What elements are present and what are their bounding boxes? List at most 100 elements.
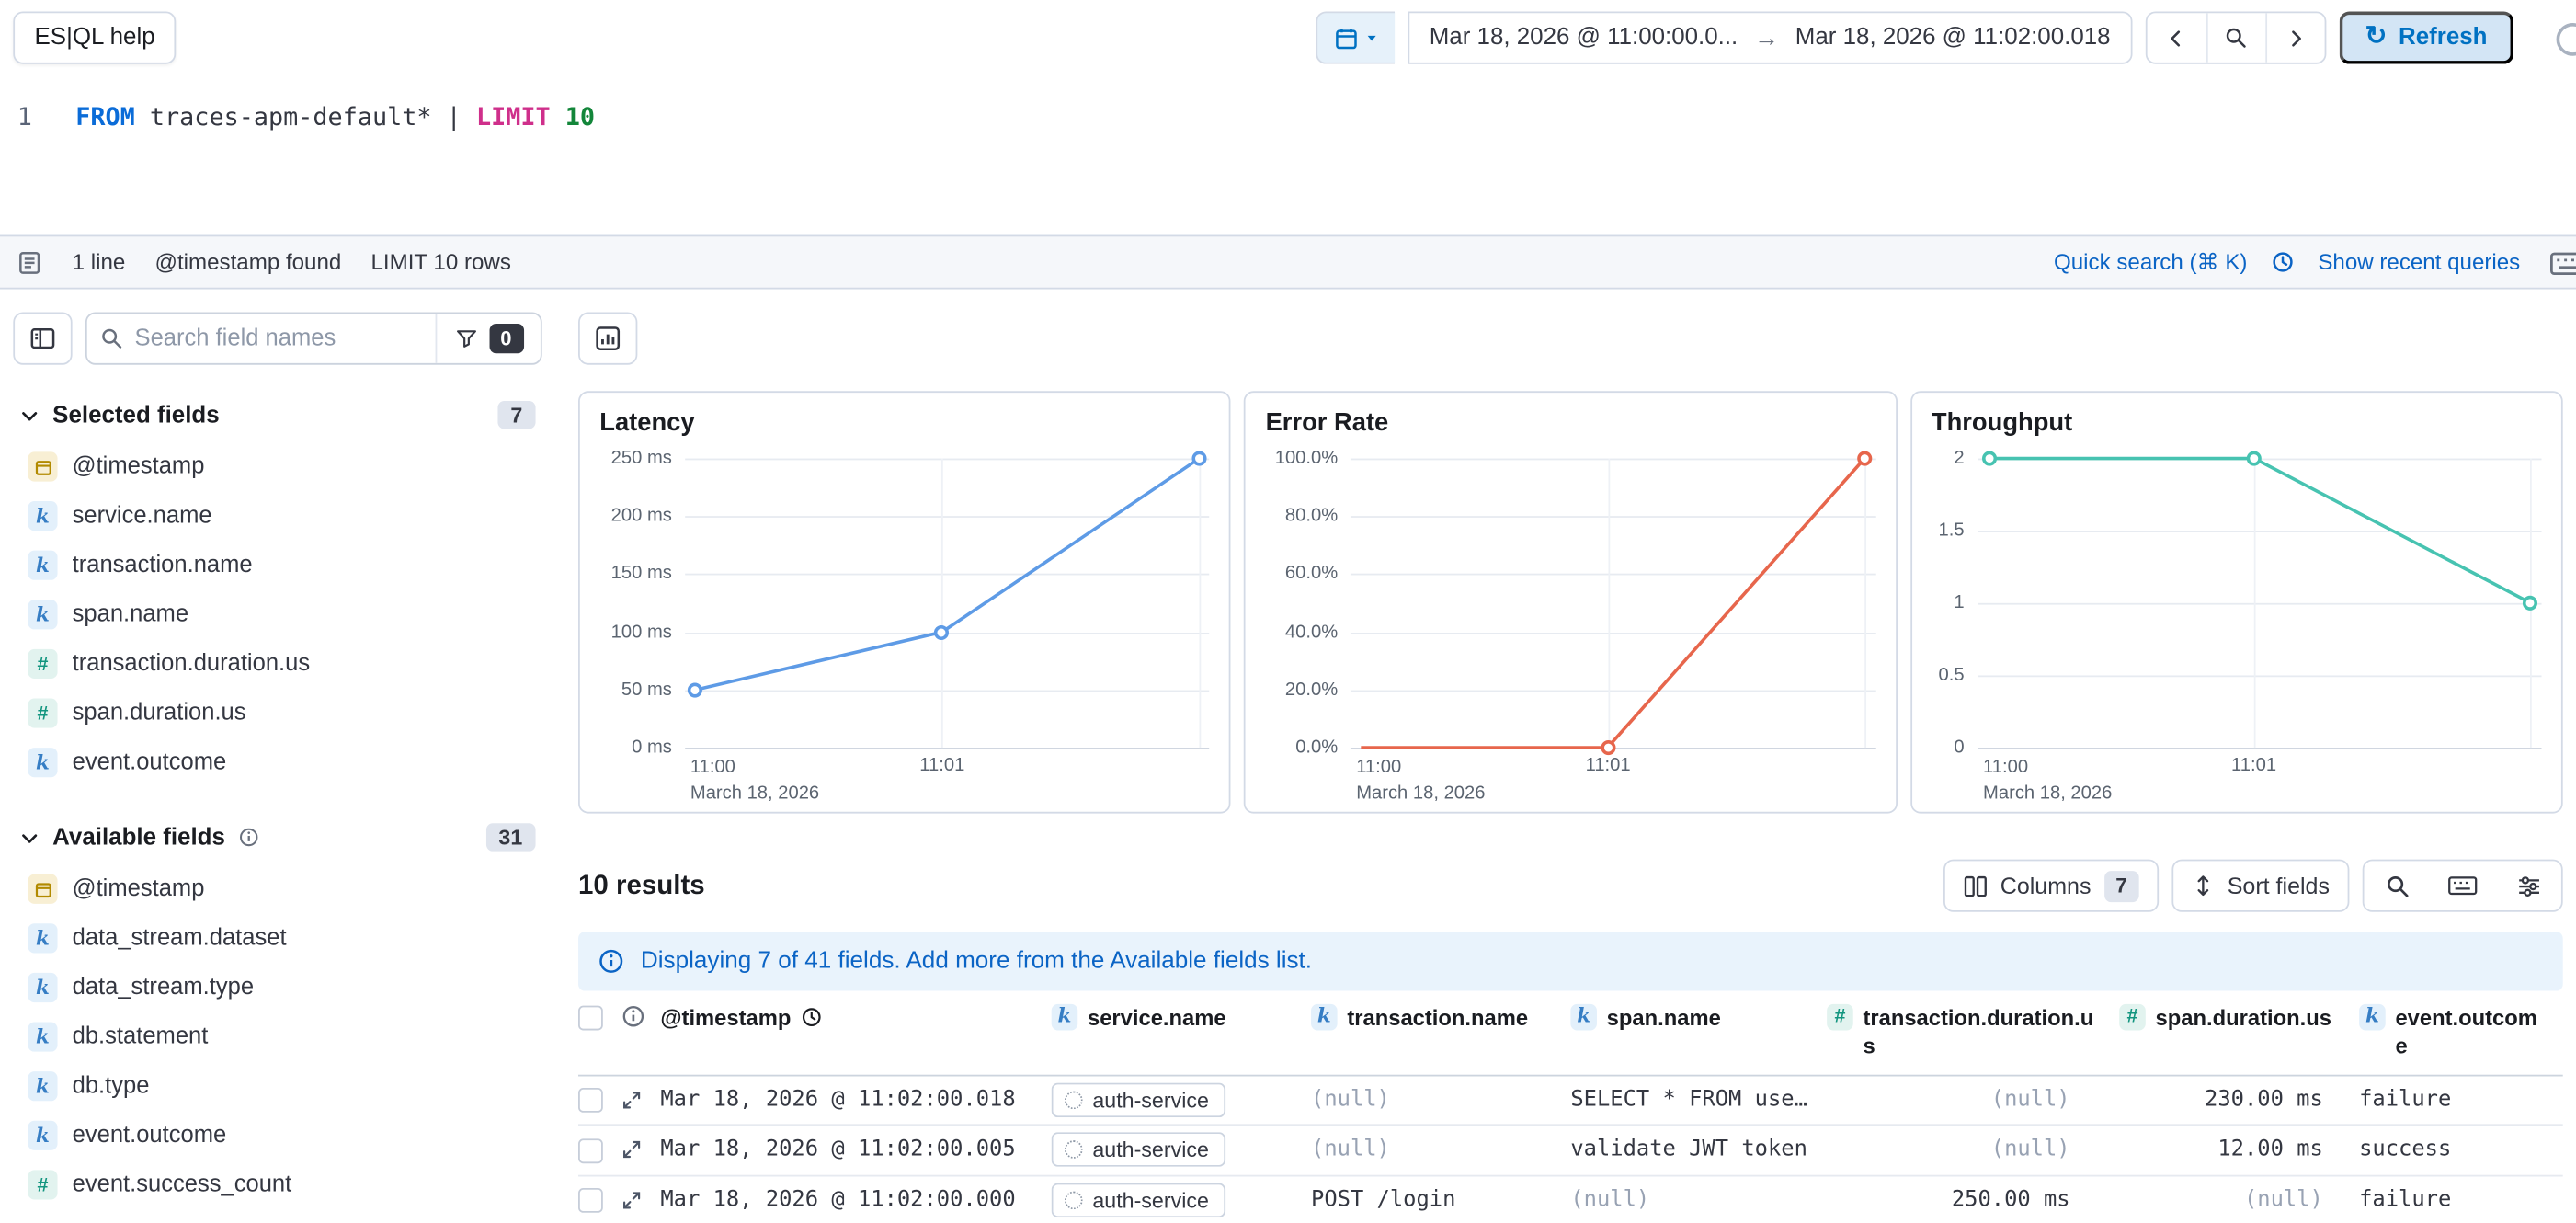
columns-icon xyxy=(1963,874,1988,898)
field-name: span.duration.us xyxy=(73,700,246,726)
keyword-token-icon: k xyxy=(28,501,57,531)
table-row[interactable]: Mar 18, 2026 @ 11:02:00.018 auth-service… xyxy=(578,1076,2563,1126)
expand-row-icon[interactable] xyxy=(621,1189,660,1210)
expand-row-icon[interactable] xyxy=(621,1139,660,1160)
clock-icon xyxy=(801,1006,824,1029)
field-item[interactable]: #transaction.duration.us xyxy=(13,639,541,689)
query-code[interactable]: FROM traces-apm-default* | LIMIT 10 xyxy=(75,102,595,235)
keyword-from: FROM xyxy=(75,102,135,131)
esql-help-button[interactable]: ES|QL help xyxy=(13,12,177,64)
search-documents-button[interactable] xyxy=(2364,861,2429,910)
column-header-timestamp[interactable]: @timestamp xyxy=(660,1004,1051,1033)
field-name: event.success_count xyxy=(73,1172,292,1198)
columns-button[interactable]: Columns 7 xyxy=(1943,860,2158,912)
chevron-down-icon xyxy=(19,405,39,424)
row-checkbox[interactable] xyxy=(578,1189,603,1214)
field-item[interactable]: k data_stream.dataset xyxy=(13,914,541,964)
event-outcome-cell: success xyxy=(2359,1137,2563,1162)
transaction-duration-cell: 250.00 ms xyxy=(1827,1188,2119,1213)
keyword-token-icon: k xyxy=(28,923,57,953)
table-row[interactable]: Mar 18, 2026 @ 11:02:00.005 auth-service… xyxy=(578,1126,2563,1176)
field-name: @timestamp xyxy=(73,875,205,902)
column-header-service-name[interactable]: k service.name xyxy=(1052,1004,1311,1033)
refresh-icon: ↻ xyxy=(2365,25,2388,51)
span-duration-cell: (null) xyxy=(2119,1188,2359,1213)
field-item[interactable]: @timestamp xyxy=(13,864,541,914)
field-item[interactable]: kdb.type xyxy=(13,1061,541,1111)
field-item[interactable]: k service.name xyxy=(13,491,541,541)
quick-search-link[interactable]: Quick search (⌘ K) xyxy=(2054,249,2247,276)
filter-count-badge: 0 xyxy=(489,324,524,353)
keyword-token-icon: k xyxy=(28,748,57,777)
select-all-checkbox[interactable] xyxy=(578,1006,603,1031)
column-header-span-duration[interactable]: # span.duration.us xyxy=(2119,1004,2359,1033)
quick-select-date-button[interactable] xyxy=(1316,12,1395,64)
column-header-transaction-duration[interactable]: # transaction.duration.us xyxy=(1827,1004,2119,1061)
x-axis-labels: 11:00March 18, 2026 11:01 xyxy=(1351,748,1876,806)
sort-icon xyxy=(2191,874,2214,897)
collapse-sidebar-button[interactable] xyxy=(13,313,72,365)
column-header-transaction-name[interactable]: k transaction.name xyxy=(1311,1004,1570,1033)
service-badge[interactable]: auth-service xyxy=(1052,1183,1225,1217)
expand-row-icon[interactable] xyxy=(621,1089,660,1110)
transaction-name-cell: (null) xyxy=(1311,1137,1570,1162)
table-row[interactable]: Mar 18, 2026 @ 11:02:00.000 auth-service… xyxy=(578,1176,2563,1223)
service-badge[interactable]: auth-service xyxy=(1052,1133,1225,1168)
field-item[interactable]: kevent.outcome xyxy=(13,737,541,787)
keyword-token-icon: k xyxy=(28,1121,57,1150)
chart-point xyxy=(2523,596,2537,611)
sort-fields-button[interactable]: Sort fields xyxy=(2171,860,2349,912)
line-count: 1 line xyxy=(73,250,126,275)
column-header-event-outcome[interactable]: k event.outcome xyxy=(2359,1004,2563,1061)
keyboard-shortcuts-button[interactable] xyxy=(2430,861,2495,910)
field-item[interactable]: kdb.statement xyxy=(13,1012,541,1062)
row-checkbox[interactable] xyxy=(578,1089,603,1114)
refresh-button[interactable]: ↻ Refresh xyxy=(2339,12,2513,64)
chart-plot xyxy=(1351,459,1876,749)
caret-down-icon xyxy=(1362,29,1379,46)
esql-query-editor[interactable]: 1 FROM traces-apm-default* | LIMIT 10 xyxy=(0,75,2576,234)
y-axis-labels: 2 1.5 1 0.5 0 xyxy=(1932,459,1978,749)
field-name: transaction.duration.us xyxy=(73,651,311,678)
display-options-button[interactable] xyxy=(2495,861,2560,910)
time-nav-group xyxy=(2145,12,2326,64)
available-fields-header[interactable]: Available fields 31 xyxy=(13,823,541,851)
keyword-token-icon: k xyxy=(1570,1004,1597,1031)
table-actions-group xyxy=(2363,860,2563,912)
zoom-time-button[interactable] xyxy=(2206,13,2264,63)
keyboard-icon[interactable] xyxy=(2549,250,2576,278)
column-header-span-name[interactable]: k span.name xyxy=(1570,1004,1827,1033)
available-fields-list: @timestamp k data_stream.dataset kdata_st… xyxy=(13,864,541,1209)
columns-count-badge: 7 xyxy=(2104,870,2138,901)
field-name: service.name xyxy=(73,503,212,530)
field-item[interactable]: kevent.outcome xyxy=(13,1111,541,1160)
field-item[interactable]: #span.duration.us xyxy=(13,689,541,738)
date-token-icon xyxy=(28,874,57,904)
field-item[interactable]: #event.success_count xyxy=(13,1160,541,1210)
transaction-duration-cell: (null) xyxy=(1827,1088,2119,1113)
show-recent-queries-link[interactable]: Show recent queries xyxy=(2318,250,2520,275)
search-field-names-input[interactable] xyxy=(135,326,423,352)
field-item[interactable]: @timestamp xyxy=(13,442,541,492)
field-item[interactable]: ktransaction.name xyxy=(13,541,541,590)
field-item[interactable]: kspan.name xyxy=(13,590,541,640)
row-checkbox[interactable] xyxy=(578,1138,603,1163)
span-duration-cell: 12.00 ms xyxy=(2119,1137,2359,1162)
chart-line xyxy=(1351,459,1876,749)
keyword-token-icon: k xyxy=(28,551,57,580)
chart-title: Error Rate xyxy=(1266,409,1876,439)
field-name: data_stream.dataset xyxy=(73,925,287,952)
start-date[interactable]: Mar 18, 2026 @ 11:00:00.0... xyxy=(1430,25,1738,51)
previous-time-button[interactable] xyxy=(2147,13,2206,63)
end-date[interactable]: Mar 18, 2026 @ 11:02:00.018 xyxy=(1795,25,2111,51)
edit-visualization-button[interactable] xyxy=(578,313,637,365)
chart-title: Throughput xyxy=(1932,409,2542,439)
pipe-char: | xyxy=(447,102,462,131)
next-time-button[interactable] xyxy=(2265,13,2324,63)
fields-banner: Displaying 7 of 41 fields. Add more from… xyxy=(578,932,2563,990)
field-item[interactable]: kdata_stream.type xyxy=(13,963,541,1012)
field-filter-button[interactable]: 0 xyxy=(436,314,541,363)
document-icon xyxy=(17,249,43,276)
service-badge[interactable]: auth-service xyxy=(1052,1082,1225,1117)
selected-fields-header[interactable]: Selected fields 7 xyxy=(13,401,541,429)
